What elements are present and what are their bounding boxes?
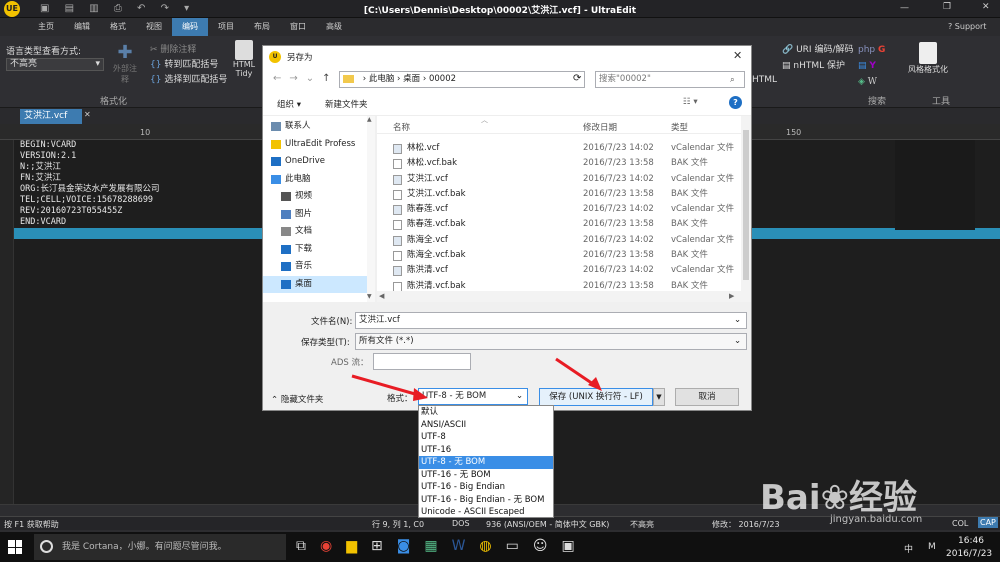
watermark-logo: Bai❀经验 [760,478,918,518]
arrowhead-format [413,388,428,401]
arrow-to-format [351,374,423,398]
arrow-to-save [555,357,597,388]
paw-icon: ❀ [820,478,850,518]
watermark-url: jingyan.baidu.com [830,514,923,525]
arrowhead-save [588,377,602,391]
